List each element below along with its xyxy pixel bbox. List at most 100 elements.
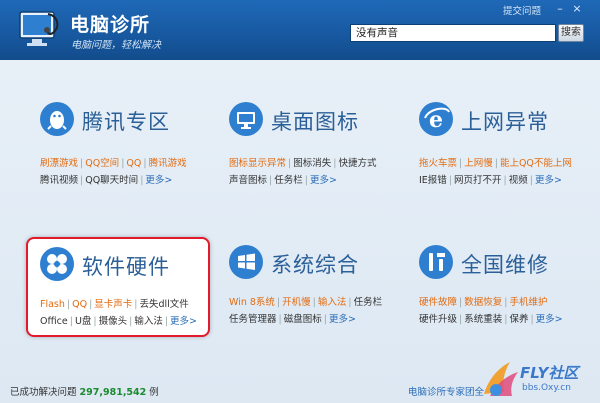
- more-link[interactable]: 更多>: [170, 313, 197, 327]
- link-item[interactable]: 图标消失: [293, 155, 331, 169]
- search-button[interactable]: 搜索: [558, 24, 584, 42]
- more-link[interactable]: 更多>: [145, 172, 172, 186]
- tile-title: 桌面图标: [271, 110, 359, 134]
- link-item[interactable]: QQ空间: [85, 155, 119, 169]
- link-item[interactable]: 快捷方式: [338, 155, 376, 169]
- separator: |: [304, 175, 308, 186]
- windmill-icon: [40, 247, 74, 281]
- link-row-1: Win 8系统 | 开机慢 | 输入法 | 任务栏: [229, 294, 382, 308]
- close-icon[interactable]: ×: [570, 2, 584, 16]
- stethoscope-monitor-icon: [19, 11, 59, 46]
- tile-internet[interactable]: e 上网异常 拖火车票 | 上网慢 | 能上QQ不能上网 IE报错 | 网页打不开 | 视频 | 更…: [419, 102, 597, 202]
- link-item[interactable]: 拖火车票: [419, 155, 457, 169]
- separator: |: [278, 314, 282, 325]
- link-item[interactable]: 上网慢: [464, 155, 493, 169]
- app-name: 电脑诊所: [70, 14, 151, 36]
- separator: |: [276, 297, 281, 308]
- link-row-2: 任务管理器 | 磁盘图标 | 更多>: [229, 311, 356, 325]
- tile-title: 上网异常: [461, 110, 549, 134]
- link-item[interactable]: QQ: [72, 299, 87, 310]
- link-item[interactable]: QQ聊天时间: [85, 172, 138, 186]
- tile-software-hardware[interactable]: 软件硬件 Flash | QQ | 显卡声卡 | 丢失dll文件 Office | U盘 | 摄像头…: [26, 237, 210, 337]
- status-bar: 已成功解决问题 297,981,542 例: [10, 384, 159, 398]
- tools-icon: [419, 245, 453, 279]
- link-item[interactable]: 保养: [509, 311, 528, 325]
- separator: |: [80, 175, 84, 186]
- separator: |: [333, 158, 337, 169]
- expert-team-link[interactable]: 电脑诊所专家团全: [408, 384, 484, 398]
- link-item[interactable]: Office: [40, 316, 68, 327]
- tile-tencent[interactable]: 腾讯专区 刷漂游戏 | QQ空间 | QQ | 腾讯游戏 腾讯视频 | QQ聊天时间 | 更多>: [40, 102, 218, 202]
- link-item[interactable]: 手机维护: [509, 294, 547, 308]
- link-item[interactable]: Win 8系统: [229, 294, 275, 308]
- separator: |: [89, 299, 93, 310]
- link-item[interactable]: 硬件故障: [419, 294, 457, 308]
- separator: |: [494, 158, 498, 169]
- link-row-1: 硬件故障 | 数据恢复 | 手机维护: [419, 294, 547, 308]
- app-slogan: 电脑问题，轻松解决: [71, 40, 161, 51]
- more-link[interactable]: 更多>: [310, 172, 337, 186]
- link-item[interactable]: 任务栏: [354, 294, 383, 308]
- separator: |: [312, 297, 316, 308]
- more-link[interactable]: 更多>: [536, 311, 563, 325]
- link-item[interactable]: 系统重装: [464, 311, 502, 325]
- separator: |: [140, 175, 144, 186]
- link-item[interactable]: 腾讯视频: [40, 172, 78, 186]
- link-row-2: IE报错 | 网页打不开 | 视频 | 更多>: [419, 172, 562, 186]
- link-item[interactable]: 显卡声卡: [94, 296, 132, 310]
- separator: |: [288, 158, 292, 169]
- link-item[interactable]: 任务栏: [274, 172, 303, 186]
- link-row-2: 声音图标 | 任务栏 | 更多>: [229, 172, 337, 186]
- link-row-2: Office | U盘 | 摄像头 | 输入法 | 更多>: [40, 313, 197, 327]
- penguin-icon: [40, 102, 74, 136]
- link-item[interactable]: 数据恢复: [464, 294, 502, 308]
- tile-system[interactable]: 系统综合 Win 8系统 | 开机慢 | 输入法 | 任务栏 任务管理器 | 磁盘图标 | 更多>: [229, 245, 407, 345]
- link-item[interactable]: 丢失dll文件: [140, 296, 189, 310]
- search-input[interactable]: [350, 24, 556, 42]
- link-item[interactable]: U盘: [75, 313, 91, 327]
- link-item[interactable]: 磁盘图标: [284, 311, 322, 325]
- link-item[interactable]: QQ: [126, 158, 141, 169]
- tile-repair[interactable]: 全国维修 硬件故障 | 数据恢复 | 手机维护 硬件升级 | 系统重装 | 保养 | 更多>: [419, 245, 597, 345]
- separator: |: [448, 175, 453, 186]
- link-item[interactable]: 输入法: [134, 313, 163, 327]
- monitor-icon: [229, 102, 263, 136]
- link-item[interactable]: 声音图标: [229, 172, 267, 186]
- link-item[interactable]: 网页打不开: [454, 172, 502, 186]
- separator: |: [323, 314, 327, 325]
- link-item[interactable]: Flash: [40, 299, 65, 310]
- separator: |: [529, 175, 533, 186]
- more-link[interactable]: 更多>: [329, 311, 356, 325]
- link-row-2: 硬件升级 | 系统重装 | 保养 | 更多>: [419, 311, 563, 325]
- more-link[interactable]: 更多>: [535, 172, 562, 186]
- separator: |: [459, 158, 463, 169]
- separator: |: [269, 175, 273, 186]
- link-item[interactable]: 任务管理器: [229, 311, 277, 325]
- link-item[interactable]: IE报错: [419, 172, 447, 186]
- link-item[interactable]: 输入法: [318, 294, 347, 308]
- separator: |: [93, 316, 97, 327]
- link-row-1: 刷漂游戏 | QQ空间 | QQ | 腾讯游戏: [40, 155, 187, 169]
- separator: |: [504, 314, 508, 325]
- link-item[interactable]: 刷漂游戏: [40, 155, 78, 169]
- tile-title: 软件硬件: [82, 255, 170, 279]
- minimize-icon[interactable]: –: [553, 2, 567, 16]
- separator: |: [459, 314, 463, 325]
- link-item[interactable]: 腾讯游戏: [149, 155, 187, 169]
- link-item[interactable]: 摄像头: [99, 313, 128, 327]
- separator: |: [143, 158, 147, 169]
- link-item[interactable]: 视频: [509, 172, 528, 186]
- separator: |: [80, 158, 84, 169]
- link-item[interactable]: 硬件升级: [419, 311, 457, 325]
- separator: |: [129, 316, 133, 327]
- status-suffix: 例: [149, 387, 159, 398]
- separator: |: [66, 299, 71, 310]
- link-item[interactable]: 图标显示异常: [229, 155, 286, 169]
- submit-question-link[interactable]: 提交问题: [503, 3, 541, 17]
- link-item[interactable]: 能上QQ不能上网: [500, 155, 572, 169]
- tile-title: 全国维修: [461, 253, 549, 277]
- link-item[interactable]: 开机慢: [282, 294, 311, 308]
- tile-desktop-icons[interactable]: 桌面图标 图标显示异常 | 图标消失 | 快捷方式 声音图标 | 任务栏 | 更多>: [229, 102, 407, 202]
- solved-count: 297,981,542: [79, 387, 147, 398]
- separator: |: [503, 175, 507, 186]
